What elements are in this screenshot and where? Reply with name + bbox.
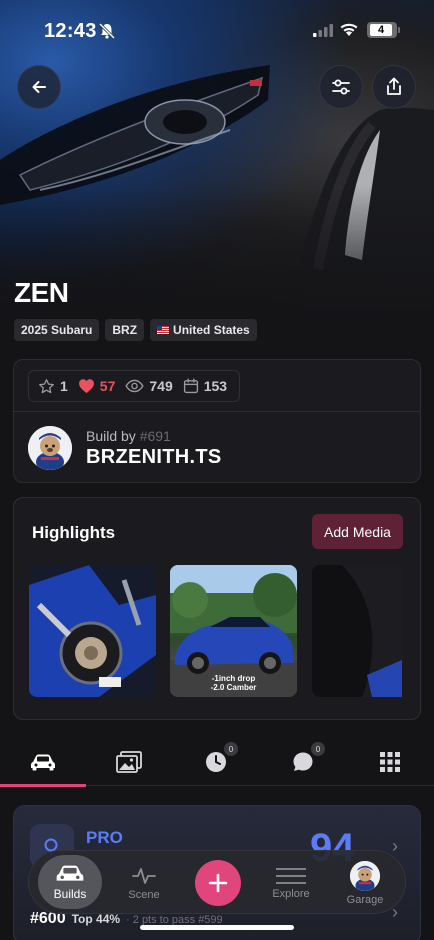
days-count: 153 — [203, 378, 228, 394]
tab-comments[interactable]: 0 — [260, 738, 346, 786]
battery-level: 4 — [370, 24, 392, 36]
owner-avatar[interactable] — [28, 426, 72, 470]
plus-icon — [208, 873, 228, 893]
build-number: #691 — [139, 428, 171, 444]
top-percent: Top 44% — [71, 912, 121, 926]
menu-lines-icon — [276, 867, 306, 884]
highlights-title: Highlights — [32, 523, 116, 542]
timeline-badge: 0 — [224, 742, 238, 756]
create-build-button[interactable] — [195, 860, 241, 906]
stars-count: 1 — [60, 378, 68, 394]
card-divider — [14, 411, 420, 412]
nav-builds[interactable]: Builds — [38, 855, 102, 909]
status-time: 12:43 — [44, 20, 97, 42]
tab-photos[interactable] — [86, 738, 172, 786]
highlights-card: Highlights Add Media -1inch drop -2.0 Ca… — [13, 497, 421, 720]
battery-indicator: 4 — [367, 22, 400, 38]
likes-count: 57 — [99, 378, 116, 394]
tab-timeline[interactable]: 0 — [173, 738, 259, 786]
views-count: 749 — [149, 378, 173, 394]
caption-line: -2.0 Camber — [210, 683, 257, 692]
grid-icon — [380, 752, 400, 772]
clock-icon — [206, 752, 226, 772]
build-by-line: Build by #691 — [86, 428, 171, 444]
eye-icon — [125, 379, 144, 393]
days-stat: 153 — [183, 378, 227, 394]
bell-slash-icon — [98, 22, 116, 40]
suspension-photo — [29, 565, 156, 697]
heart-icon — [78, 379, 94, 394]
tag-label: BRZ — [112, 323, 138, 337]
us-flag-icon — [157, 326, 170, 334]
highlight-thumbnail[interactable] — [312, 565, 402, 697]
build-by-label: Build by — [86, 428, 136, 444]
chevron-right-icon: › — [392, 836, 398, 856]
build-title: ZEN — [14, 277, 69, 308]
star-icon — [39, 378, 54, 393]
tab-builds[interactable] — [0, 738, 86, 787]
build-tags: 2025 Subaru BRZ United States — [14, 319, 257, 341]
pro-label: PRO — [86, 828, 123, 847]
likes-stat[interactable]: 57 — [78, 378, 116, 394]
add-media-button[interactable]: Add Media — [312, 514, 403, 549]
views-stat: 749 — [125, 378, 173, 394]
tag-label: 2025 Subaru — [21, 323, 93, 337]
status-bar: 12:43 4 — [0, 18, 434, 48]
sliders-icon — [332, 79, 350, 95]
nav-explore[interactable]: Explore — [260, 857, 322, 909]
calendar-icon — [183, 378, 198, 394]
owner-name[interactable]: BRZENITH.TS — [86, 446, 222, 469]
tag-year-make[interactable]: 2025 Subaru — [14, 319, 100, 341]
comments-badge: 0 — [311, 742, 325, 756]
cellular-signal-icon — [313, 24, 333, 37]
tag-label: United States — [173, 323, 250, 337]
stars-stat[interactable]: 1 — [38, 378, 68, 395]
mascot-avatar-image — [350, 860, 380, 891]
caption-line: -1inch drop — [211, 674, 256, 683]
share-icon — [387, 77, 401, 95]
tag-country[interactable]: United States — [150, 319, 257, 341]
nav-label: Scene — [128, 888, 160, 901]
pulse-icon — [132, 867, 156, 884]
car-icon — [56, 865, 84, 881]
wifi-icon — [340, 23, 358, 36]
home-indicator[interactable] — [140, 925, 294, 930]
nav-garage[interactable]: Garage — [334, 857, 396, 909]
highlight-thumbnail[interactable] — [29, 565, 156, 697]
garage-avatar — [350, 860, 380, 891]
chat-bubble-icon — [293, 752, 313, 771]
filter-button[interactable] — [319, 65, 363, 109]
stats-row: 1 57 749 153 — [28, 370, 240, 402]
car-icon — [31, 754, 55, 771]
thumbnail-caption: -1inch drop -2.0 Camber — [170, 674, 297, 692]
nav-label: Explore — [272, 887, 310, 900]
tag-model[interactable]: BRZ — [105, 319, 145, 341]
back-button[interactable] — [17, 65, 61, 109]
highlight-thumbnail[interactable]: -1inch drop -2.0 Camber — [170, 565, 297, 697]
bottom-navigation: Builds Scene Explore Garage — [28, 850, 406, 914]
nav-label: Garage — [346, 893, 384, 906]
nav-scene[interactable]: Scene — [113, 857, 175, 909]
section-tabs: 0 0 — [0, 738, 434, 787]
share-button[interactable] — [372, 65, 416, 109]
tab-grid[interactable] — [347, 738, 433, 786]
nav-label: Builds — [53, 886, 87, 901]
mascot-avatar-image — [28, 426, 72, 470]
arrow-left-icon — [32, 81, 46, 93]
dark-photo — [312, 565, 402, 697]
photos-icon — [116, 751, 142, 773]
build-stats-card: 1 57 749 153 Build by #691 BRZENITH.TS — [13, 359, 421, 483]
